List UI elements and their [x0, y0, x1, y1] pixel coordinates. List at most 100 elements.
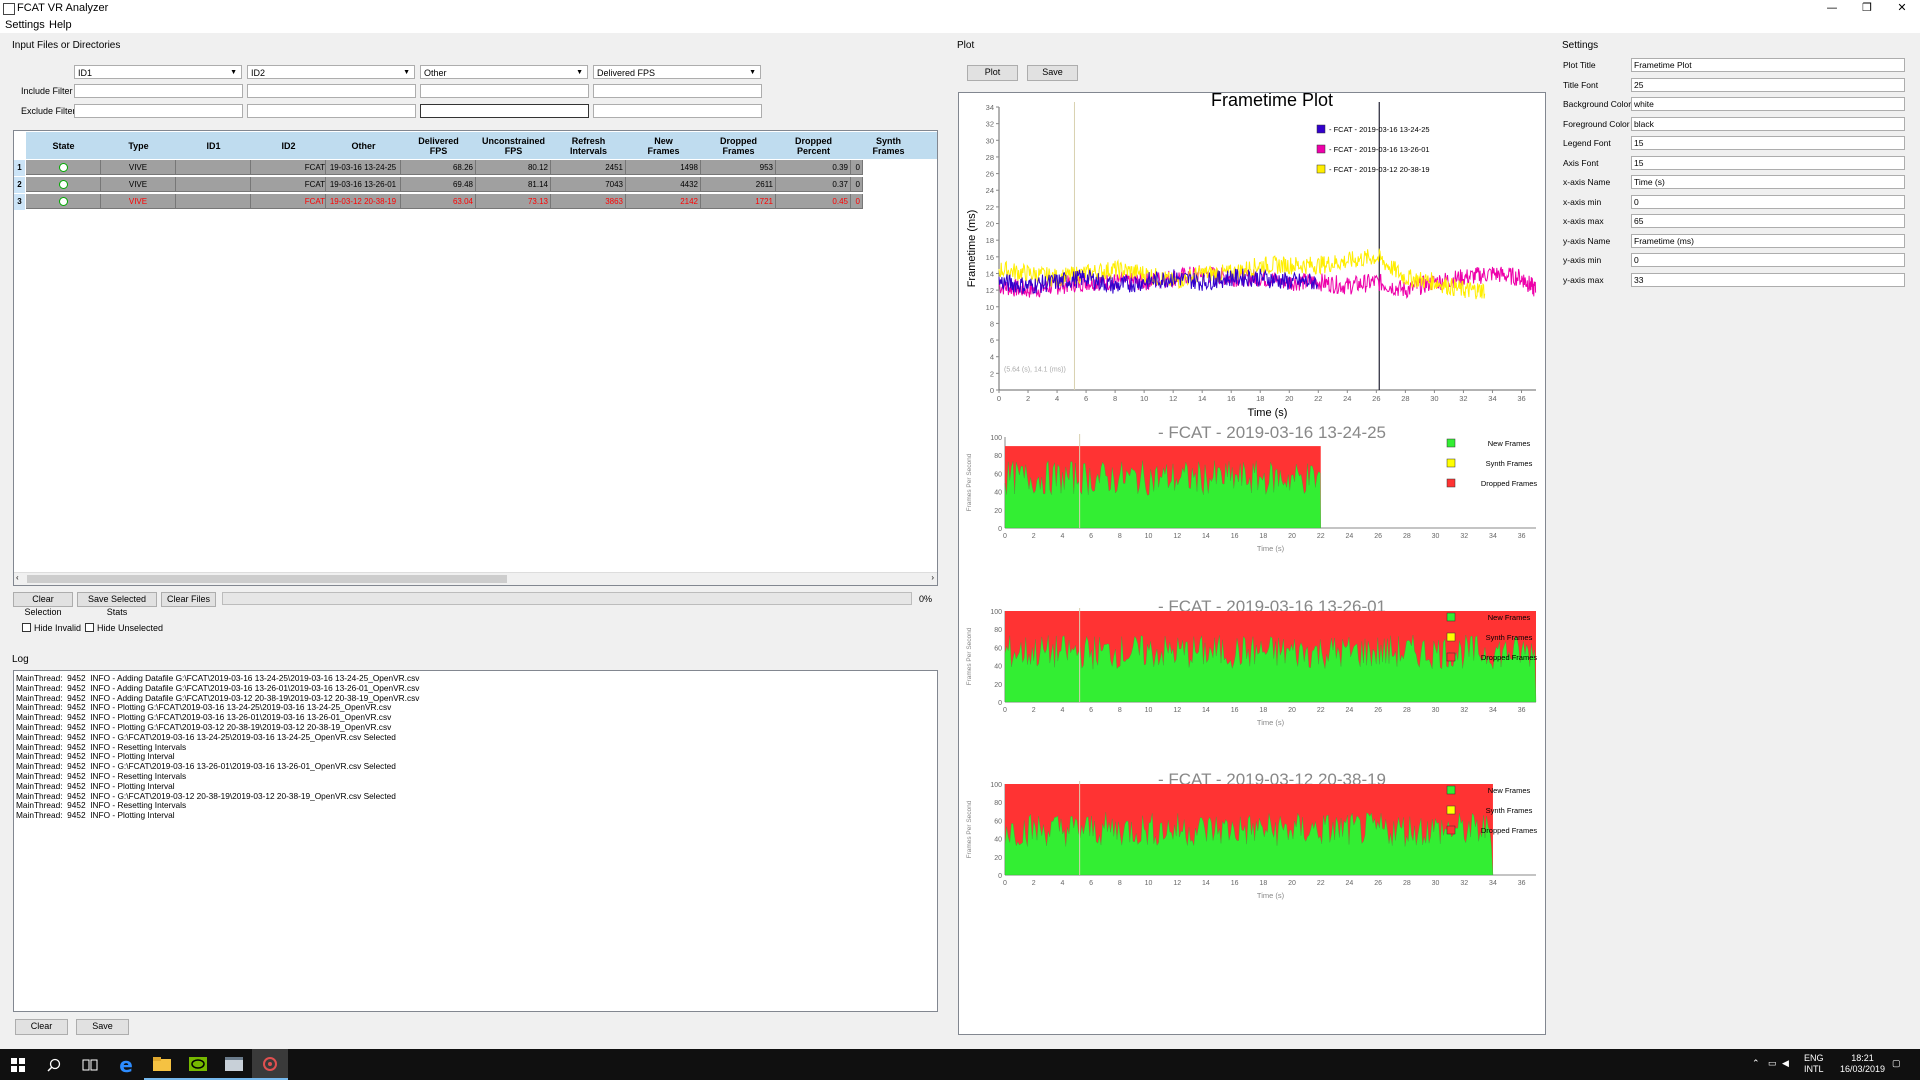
header-id2[interactable]: ID2 — [251, 132, 326, 159]
setting-input[interactable]: white — [1631, 97, 1905, 111]
cell-synth-frames[interactable]: 0 — [851, 177, 863, 192]
row-number[interactable]: 3 — [14, 194, 25, 210]
include-filter-input-1[interactable] — [74, 84, 243, 98]
cell-new-frames[interactable]: 2142 — [626, 194, 701, 209]
hide-invalid-checkbox[interactable] — [22, 623, 31, 632]
cell-dropped-frames[interactable]: 953 — [701, 160, 776, 175]
header-new-frames[interactable]: New Frames — [626, 132, 701, 159]
scroll-left-icon[interactable]: ‹ — [16, 573, 19, 582]
setting-input[interactable]: 15 — [1631, 155, 1905, 170]
scrollbar-thumb[interactable] — [27, 575, 507, 583]
id1-combo[interactable]: ID1 ▼ — [74, 65, 242, 79]
cell-id2[interactable]: FCAT — [251, 194, 326, 209]
volume-icon[interactable]: ◀ — [1782, 1058, 1789, 1069]
cell-state[interactable] — [26, 160, 101, 175]
nvidia-icon[interactable] — [180, 1049, 216, 1080]
exclude-filter-input-4[interactable] — [593, 104, 762, 118]
setting-input[interactable]: Frametime Plot — [1631, 58, 1905, 72]
notifications-icon[interactable]: ▢ — [1892, 1058, 1901, 1069]
table-row[interactable]: 1 VIVE FCAT 19-03-16 13-24-25 68.26 80.12 2451… — [14, 160, 926, 176]
setting-input[interactable]: Frametime (ms) — [1631, 233, 1905, 248]
header-refresh-intervals[interactable]: Refresh Intervals — [551, 132, 626, 159]
header-other[interactable]: Other — [326, 132, 401, 159]
exclude-filter-input-1[interactable] — [74, 104, 243, 118]
cell-type[interactable]: VIVE — [101, 160, 176, 175]
clear-selection-button[interactable]: Clear Selection — [13, 592, 73, 617]
header-dropped-percent[interactable]: Dropped Percent — [776, 132, 851, 159]
cell-state[interactable] — [26, 194, 101, 209]
cell-unconstrained-fps[interactable]: 80.12 — [476, 160, 551, 175]
setting-input[interactable]: 0 — [1631, 194, 1905, 209]
clear-files-button[interactable]: Clear Files — [161, 592, 216, 607]
files-table[interactable]: State Type ID1 ID2 Other Delivered FPS U… — [13, 130, 938, 586]
windows-start-icon[interactable] — [0, 1049, 36, 1080]
maximize-button[interactable]: ❐ — [1850, 0, 1884, 17]
other-combo[interactable]: Other ▼ — [420, 65, 588, 79]
menu-settings[interactable]: Settings — [5, 19, 45, 31]
hide-unselected-checkbox[interactable] — [85, 623, 94, 632]
plot-button[interactable]: Plot — [967, 65, 1018, 81]
app-window-icon[interactable] — [216, 1049, 252, 1080]
cell-unconstrained-fps[interactable]: 81.14 — [476, 177, 551, 192]
log-save-button[interactable]: Save — [76, 1019, 129, 1035]
cell-id2[interactable]: FCAT — [251, 160, 326, 175]
header-state[interactable]: State — [26, 132, 101, 159]
file-explorer-icon[interactable] — [144, 1049, 180, 1080]
fcat-analyzer-taskbar-icon[interactable] — [252, 1049, 288, 1080]
plot-area[interactable]: Frametime Plot 0 2 4 6 8 10 12 14 16 18 20 22 24 26 28 3… — [958, 90, 1546, 1035]
cell-id2[interactable]: FCAT — [251, 177, 326, 192]
cell-new-frames[interactable]: 4432 — [626, 177, 701, 192]
horizontal-scrollbar[interactable]: ‹ › — [14, 572, 937, 585]
cell-id1[interactable] — [176, 194, 251, 209]
save-selected-stats-button[interactable]: Save Selected Stats — [77, 592, 157, 617]
cell-refresh-intervals[interactable]: 2451 — [551, 160, 626, 175]
network-icon[interactable]: ▭ — [1768, 1058, 1777, 1069]
plot-save-button[interactable]: Save — [1027, 65, 1078, 81]
setting-input[interactable]: 65 — [1631, 214, 1905, 228]
exclude-filter-input-2[interactable] — [247, 104, 416, 118]
setting-input[interactable]: 25 — [1631, 77, 1905, 92]
cell-delivered-fps[interactable]: 69.48 — [401, 177, 476, 192]
cell-unconstrained-fps[interactable]: 73.13 — [476, 194, 551, 209]
close-button[interactable]: ✕ — [1885, 0, 1919, 17]
cell-dropped-percent[interactable]: 0.39 — [776, 160, 851, 175]
cell-dropped-percent[interactable]: 0.45 — [776, 194, 851, 209]
cell-refresh-intervals[interactable]: 3863 — [551, 194, 626, 209]
cell-delivered-fps[interactable]: 63.04 — [401, 194, 476, 209]
cell-synth-frames[interactable]: 0 — [851, 194, 863, 209]
minimize-button[interactable]: — — [1815, 0, 1849, 17]
menu-help[interactable]: Help — [49, 19, 72, 31]
cell-state[interactable] — [26, 177, 101, 192]
setting-input[interactable]: Time (s) — [1631, 175, 1905, 189]
edge-browser-icon[interactable]: e — [108, 1049, 144, 1080]
header-delivered-fps[interactable]: Delivered FPS — [401, 132, 476, 159]
setting-input[interactable]: 0 — [1631, 253, 1905, 267]
cell-type[interactable]: VIVE — [101, 177, 176, 192]
cell-delivered-fps[interactable]: 68.26 — [401, 160, 476, 175]
setting-input[interactable]: 15 — [1631, 136, 1905, 150]
header-unconstrained-fps[interactable]: Unconstrained FPS — [476, 132, 551, 159]
stat-combo[interactable]: Delivered FPS ▼ — [593, 65, 761, 79]
cell-other[interactable]: 19-03-16 13-24-25 — [326, 160, 401, 175]
cell-id1[interactable] — [176, 160, 251, 175]
tray-chevron-icon[interactable]: ⌃ — [1752, 1058, 1760, 1069]
cell-new-frames[interactable]: 1498 — [626, 160, 701, 175]
cell-id1[interactable] — [176, 177, 251, 192]
table-row[interactable]: 2 VIVE FCAT 19-03-16 13-26-01 69.48 81.14 7043… — [14, 177, 926, 193]
cell-other[interactable]: 19-03-16 13-26-01 — [326, 177, 401, 192]
log-text-area[interactable]: MainThread: 9452 INFO - Adding Datafile … — [13, 670, 938, 1012]
scroll-right-icon[interactable]: › — [931, 573, 934, 582]
search-icon[interactable] — [36, 1049, 72, 1080]
include-filter-input-4[interactable] — [593, 84, 762, 98]
language-indicator[interactable]: ENG INTL — [1804, 1053, 1824, 1075]
exclude-filter-input-3[interactable] — [420, 104, 589, 118]
setting-input[interactable]: 33 — [1631, 272, 1905, 287]
cell-dropped-frames[interactable]: 1721 — [701, 194, 776, 209]
setting-input[interactable]: black — [1631, 116, 1905, 131]
cell-dropped-frames[interactable]: 2611 — [701, 177, 776, 192]
header-synth-frames[interactable]: Synth Frames — [851, 132, 926, 159]
include-filter-input-2[interactable] — [247, 84, 416, 98]
charts-svg[interactable]: Frametime Plot02468101214161820222426283… — [959, 90, 1545, 1034]
include-filter-input-3[interactable] — [420, 84, 589, 98]
cell-other[interactable]: 19-03-12 20-38-19 — [326, 194, 401, 209]
